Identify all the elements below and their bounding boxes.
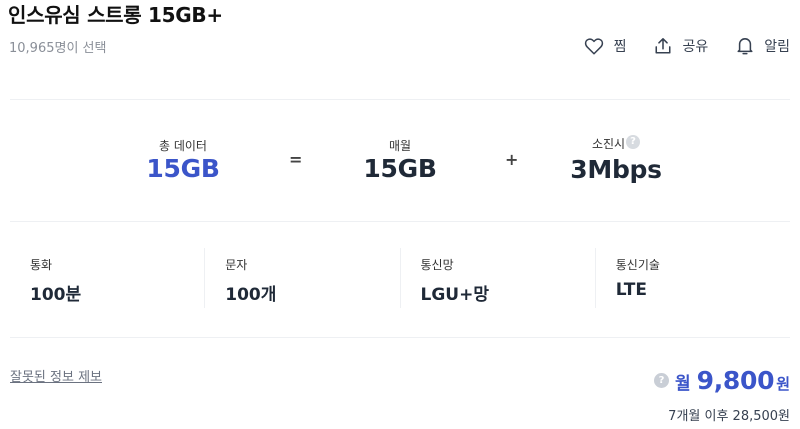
plan-title: 인스유심 스트롱 15GB+ xyxy=(8,3,223,27)
share-label: 공유 xyxy=(682,39,709,55)
alert-label: 알림 xyxy=(764,39,790,55)
price-suffix: 원 xyxy=(776,375,790,393)
divider xyxy=(10,337,790,338)
spec-call: 통화 100분 xyxy=(10,248,204,308)
spec-call-value: 100분 xyxy=(30,285,82,305)
price-prefix: 월 xyxy=(674,374,691,394)
exhausted-speed: 소진시? 3Mbps xyxy=(546,135,686,185)
total-data: 총 데이터 15GB xyxy=(123,137,243,184)
equals-sign: = xyxy=(289,150,303,169)
spec-network-value: LGU+망 xyxy=(420,285,489,305)
selection-count: 10,965명이 선택 xyxy=(9,41,107,56)
share-button[interactable]: 공유 xyxy=(654,36,708,56)
favorite-button[interactable]: 찜 xyxy=(584,36,627,56)
exhausted-speed-label-row: 소진시? xyxy=(546,135,686,152)
action-bar: 찜 공유 알림 xyxy=(584,36,790,56)
spec-technology-value: LTE xyxy=(615,280,647,300)
monthly-data: 매월 15GB xyxy=(340,137,460,184)
spec-network: 통신망 LGU+망 xyxy=(399,248,595,308)
monthly-price: ? 월 9,800 원 xyxy=(653,366,790,395)
alert-button[interactable]: 알림 xyxy=(736,36,790,56)
total-data-value: 15GB xyxy=(146,154,220,183)
spec-technology-label: 통신기술 xyxy=(615,258,660,272)
spec-network-label: 통신망 xyxy=(420,258,454,272)
spec-row: 통화 100분 문자 100개 통신망 LGU+망 통신기술 LTE xyxy=(10,248,790,308)
total-data-label: 총 데이터 xyxy=(159,139,207,153)
spec-sms-label: 문자 xyxy=(225,258,248,272)
report-error-link[interactable]: 잘못된 정보 제보 xyxy=(10,366,102,385)
share-icon xyxy=(654,37,672,55)
divider xyxy=(10,99,790,100)
question-circle-icon[interactable]: ? xyxy=(653,373,669,388)
spec-sms: 문자 100개 xyxy=(204,248,399,308)
spec-call-label: 통화 xyxy=(30,258,53,272)
heart-icon xyxy=(584,37,604,55)
spec-sms-value: 100개 xyxy=(225,285,277,305)
spec-technology: 통신기술 LTE xyxy=(594,248,790,308)
plus-sign: + xyxy=(505,150,519,169)
exhausted-speed-value: 3Mbps xyxy=(570,155,662,184)
favorite-label: 찜 xyxy=(613,39,627,55)
bell-icon xyxy=(736,36,754,56)
question-circle-icon[interactable]: ? xyxy=(626,135,641,149)
divider xyxy=(10,221,790,222)
price-after-promo: 7개월 이후 28,500원 xyxy=(668,409,790,424)
exhausted-speed-label: 소진시 xyxy=(591,137,626,151)
monthly-data-label: 매월 xyxy=(388,139,412,153)
monthly-data-value: 15GB xyxy=(363,154,437,183)
price-amount: 9,800 xyxy=(696,366,775,395)
